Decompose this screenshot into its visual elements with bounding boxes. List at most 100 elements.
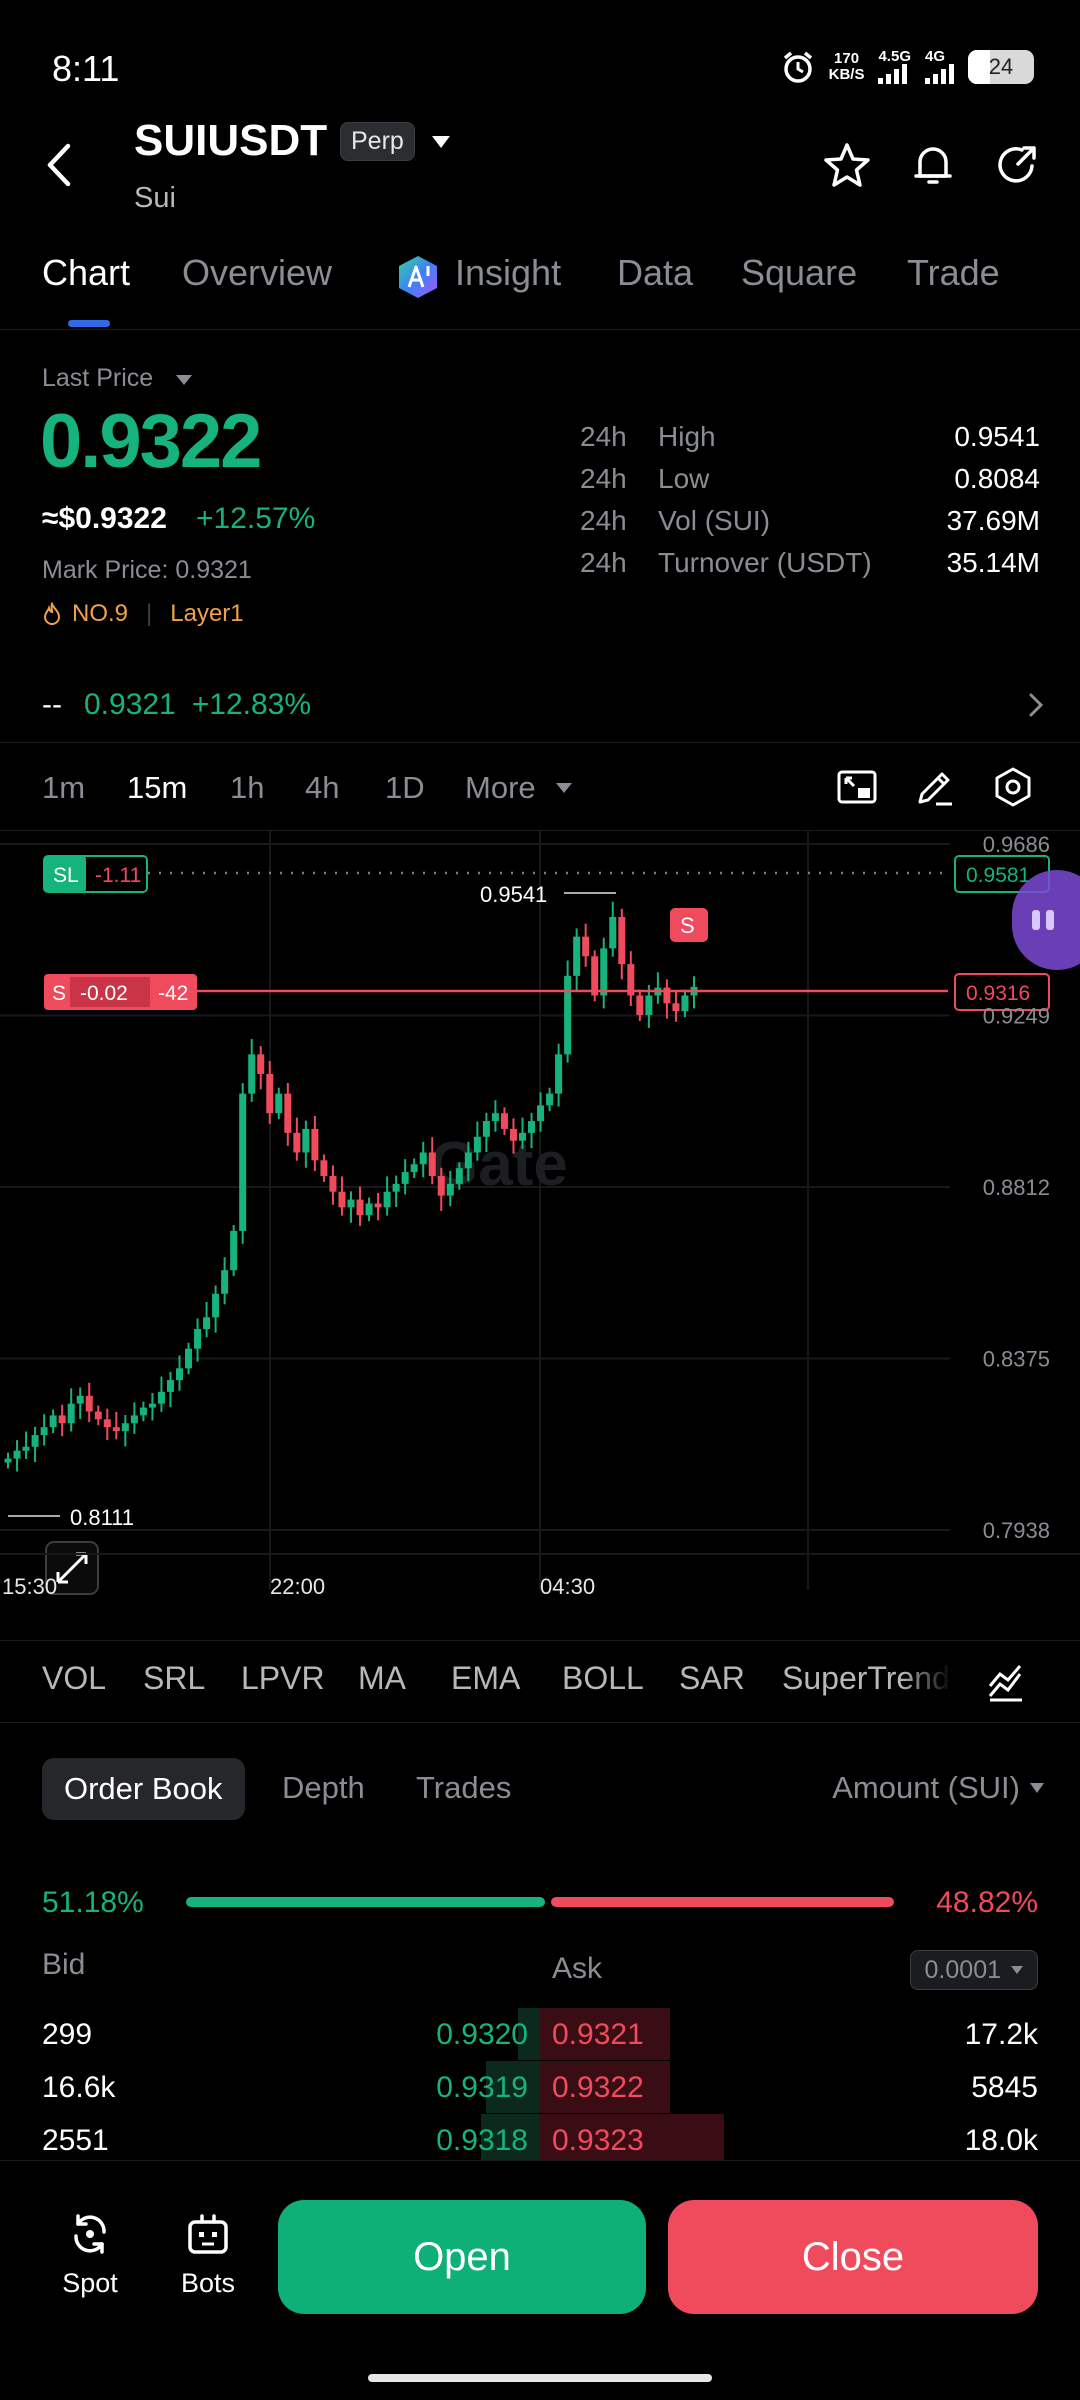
sl-price-value: 0.9581: [966, 864, 1030, 887]
indicator-ma[interactable]: MA: [358, 1660, 406, 1697]
bid-price: 0.9318: [436, 2124, 528, 2157]
indicator-sar[interactable]: SAR: [679, 1660, 745, 1697]
sell-marker-label: S: [680, 913, 695, 938]
signal2-label: 4G: [925, 48, 946, 65]
timeframe-1m[interactable]: 1m: [42, 770, 85, 806]
y-tick-label: 0.8812: [983, 1175, 1050, 1200]
tab-insight[interactable]: Insight: [455, 252, 561, 294]
signal-4g: 4G: [925, 48, 954, 84]
ask-qty: 18.0k: [964, 2124, 1038, 2157]
candle-body: [148, 1403, 156, 1408]
timeframe-more[interactable]: More: [465, 770, 536, 806]
stat-period: 24h: [580, 505, 627, 536]
candle-body: [49, 1415, 57, 1428]
indicator-supertrend[interactable]: SuperTrend: [782, 1660, 952, 1697]
x-tick-label: 15:30: [2, 1574, 57, 1599]
x-tick-label: 04:30: [540, 1574, 595, 1599]
candle-body: [473, 1136, 481, 1153]
stats-panel: 24h High 0.9541 24h Low 0.8084 24h Vol (…: [580, 416, 1040, 584]
tab-overview[interactable]: Overview: [182, 252, 332, 294]
fullscreen-chart-icon[interactable]: [836, 766, 878, 808]
chevron-down-icon[interactable]: [1030, 1783, 1044, 1793]
timeframe-1d[interactable]: 1D: [385, 770, 425, 806]
indicator-lpvr[interactable]: LPVR: [241, 1660, 325, 1697]
chevron-down-icon: [1011, 1966, 1023, 1974]
candle-body: [130, 1415, 138, 1424]
share-icon[interactable]: [992, 140, 1042, 190]
stat-label: High: [658, 421, 716, 452]
tab-square[interactable]: Square: [741, 252, 857, 294]
contract-type-badge[interactable]: Perp: [340, 122, 415, 161]
bid-price: 0.9319: [436, 2071, 528, 2104]
star-icon[interactable]: [822, 140, 872, 190]
rank-badge[interactable]: NO.9: [72, 600, 128, 628]
candle-body: [221, 1270, 229, 1294]
candle-body: [636, 995, 644, 1016]
spot-nav-button[interactable]: Spot: [40, 2210, 140, 2299]
stat-value: 35.14M: [946, 547, 1040, 578]
indicator-settings-icon[interactable]: [986, 1662, 1026, 1702]
y-tick-label: 0.7938: [983, 1518, 1050, 1543]
candle-body: [194, 1329, 202, 1349]
close-position-button[interactable]: Close: [668, 2200, 1038, 2314]
indicator-srl[interactable]: SRL: [143, 1660, 205, 1697]
chart-settings-icon[interactable]: [992, 766, 1034, 808]
pair-title[interactable]: SUIUSDT: [134, 116, 327, 166]
timeframe-1h[interactable]: 1h: [230, 770, 264, 806]
usd-price: ≈$0.9322: [42, 502, 167, 535]
candle-body: [94, 1411, 102, 1420]
open-position-button[interactable]: Open: [278, 2200, 646, 2314]
tab-chart[interactable]: Chart: [42, 252, 130, 294]
indicator-vol[interactable]: VOL: [42, 1660, 106, 1697]
candle-body: [591, 956, 599, 996]
stat-row-volume: 24h Vol (SUI) 37.69M: [580, 500, 1040, 542]
indicator-ema[interactable]: EMA: [451, 1660, 520, 1697]
last-price-label[interactable]: Last Price: [42, 364, 153, 393]
candle-body: [257, 1054, 265, 1074]
amount-unit-select[interactable]: Amount (SUI): [832, 1770, 1020, 1806]
net-speed: 170 KB/S: [829, 51, 865, 83]
candle-body: [555, 1054, 563, 1094]
bots-label: Bots: [180, 2268, 236, 2298]
precision-select[interactable]: 0.0001: [909, 1950, 1038, 1990]
timeframe-15m[interactable]: 15m: [127, 770, 187, 806]
home-indicator[interactable]: [368, 2374, 712, 2382]
candle-body: [157, 1391, 165, 1404]
divider: [0, 742, 1080, 743]
sector-tag[interactable]: Layer1: [170, 600, 243, 628]
tab-data[interactable]: Data: [617, 252, 693, 294]
draw-pencil-icon[interactable]: [914, 766, 956, 808]
candle-body: [103, 1419, 111, 1428]
candle-body: [76, 1395, 84, 1404]
orderbook-row[interactable]: 2551 0.9318 0.9323 18.0k: [0, 2114, 1080, 2166]
bell-icon[interactable]: [908, 140, 958, 190]
tab-order-book[interactable]: Order Book: [42, 1758, 245, 1820]
orderbook-row[interactable]: 299 0.9320 0.9321 17.2k: [0, 2008, 1080, 2060]
tab-trade[interactable]: Trade: [907, 252, 1000, 294]
candle-body: [4, 1458, 12, 1463]
divider: [0, 1722, 1080, 1723]
orderbook-row[interactable]: 16.6k 0.9319 0.9322 5845: [0, 2061, 1080, 2113]
index-price-row[interactable]: -- 0.9321 +12.83%: [42, 688, 311, 722]
timeframe-4h[interactable]: 4h: [305, 770, 339, 806]
candle-body: [681, 995, 689, 1012]
chevron-down-icon[interactable]: [556, 783, 572, 793]
indicator-boll[interactable]: BOLL: [562, 1660, 644, 1697]
pair-dropdown-icon[interactable]: [432, 136, 450, 148]
battery-level: 24: [988, 54, 1014, 79]
candle-body: [248, 1054, 256, 1094]
index-placeholder: --: [42, 688, 62, 721]
candle-body: [166, 1380, 174, 1392]
net-speed-value: 170: [834, 50, 860, 67]
tab-trades[interactable]: Trades: [416, 1770, 511, 1806]
candle-body: [185, 1348, 193, 1369]
chevron-right-icon[interactable]: [1024, 690, 1048, 720]
stat-row-high: 24h High 0.9541: [580, 416, 1040, 458]
tab-depth[interactable]: Depth: [282, 1770, 365, 1806]
bots-nav-button[interactable]: Bots: [158, 2210, 258, 2299]
candlestick-chart[interactable]: Gate SL -1.11 0.9581 S -0.02 -42 0.9316 …: [0, 830, 1080, 1610]
position-tag-label: S: [52, 982, 66, 1005]
candle-body: [311, 1128, 319, 1161]
chevron-down-icon[interactable]: [176, 375, 192, 385]
back-arrow-icon[interactable]: [40, 140, 80, 190]
